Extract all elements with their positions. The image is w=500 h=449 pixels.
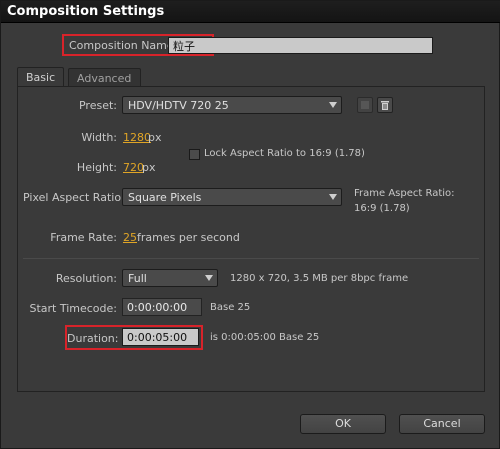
preset-value: HDV/HDTV 720 25 [128, 99, 229, 112]
chevron-down-icon [205, 275, 213, 281]
start-timecode-field[interactable] [122, 298, 202, 316]
height-label: Height: [76, 161, 117, 174]
width-value[interactable]: 1280 [123, 131, 151, 144]
duration-field[interactable] [122, 328, 199, 346]
comp-name-field[interactable] [168, 37, 433, 54]
composition-settings-dialog: Composition Settings Composition Name: B… [0, 0, 500, 449]
resolution-info: 1280 x 720, 3.5 MB per 8bpc frame [230, 273, 409, 284]
height-value[interactable]: 720 [123, 161, 144, 174]
height-unit: px [142, 161, 156, 174]
lock-aspect-label: Lock Aspect Ratio to 16:9 (1.78) [204, 148, 365, 159]
resolution-label: Resolution: [55, 272, 117, 285]
save-preset-button[interactable] [357, 97, 373, 113]
frame-aspect-value: 16:9 (1.78) [354, 203, 410, 214]
title-bar: Composition Settings [1, 1, 500, 23]
duration-label: Duration: [67, 332, 119, 345]
delete-preset-button[interactable] [377, 97, 393, 113]
ok-button[interactable]: OK [300, 414, 386, 434]
preset-select[interactable]: HDV/HDTV 720 25 [122, 96, 342, 114]
chevron-down-icon [329, 194, 337, 200]
tab-advanced-label: Advanced [77, 72, 132, 85]
cancel-button[interactable]: Cancel [399, 414, 485, 434]
duration-info: is 0:00:05:00 Base 25 [210, 332, 320, 343]
width-unit: px [148, 131, 162, 144]
trash-icon [381, 101, 389, 110]
frame-rate-value[interactable]: 25 [123, 231, 137, 244]
lock-aspect-checkbox[interactable] [189, 149, 200, 160]
pixel-aspect-select[interactable]: Square Pixels [122, 188, 342, 206]
frame-rate-label: Frame Rate: [50, 231, 117, 244]
window-title: Composition Settings [7, 4, 165, 19]
save-icon [361, 101, 369, 109]
frame-rate-unit: frames per second [137, 231, 240, 244]
preset-label: Preset: [78, 99, 117, 112]
start-timecode-label: Start Timecode: [29, 302, 117, 315]
tab-basic-label: Basic [26, 71, 56, 84]
resolution-select[interactable]: Full [122, 269, 218, 287]
pixel-aspect-label: Pixel Aspect Ratio: [23, 191, 125, 204]
frame-aspect-label: Frame Aspect Ratio: [354, 188, 455, 199]
chevron-down-icon [329, 102, 337, 108]
width-label: Width: [81, 131, 117, 144]
tab-advanced[interactable]: Advanced [68, 68, 141, 88]
start-timecode-base: Base 25 [210, 302, 251, 313]
section-divider [23, 258, 479, 259]
resolution-value: Full [128, 272, 147, 285]
comp-name-label: Composition Name: [69, 39, 178, 52]
tab-basic[interactable]: Basic [17, 67, 64, 87]
pixel-aspect-value: Square Pixels [128, 191, 202, 204]
